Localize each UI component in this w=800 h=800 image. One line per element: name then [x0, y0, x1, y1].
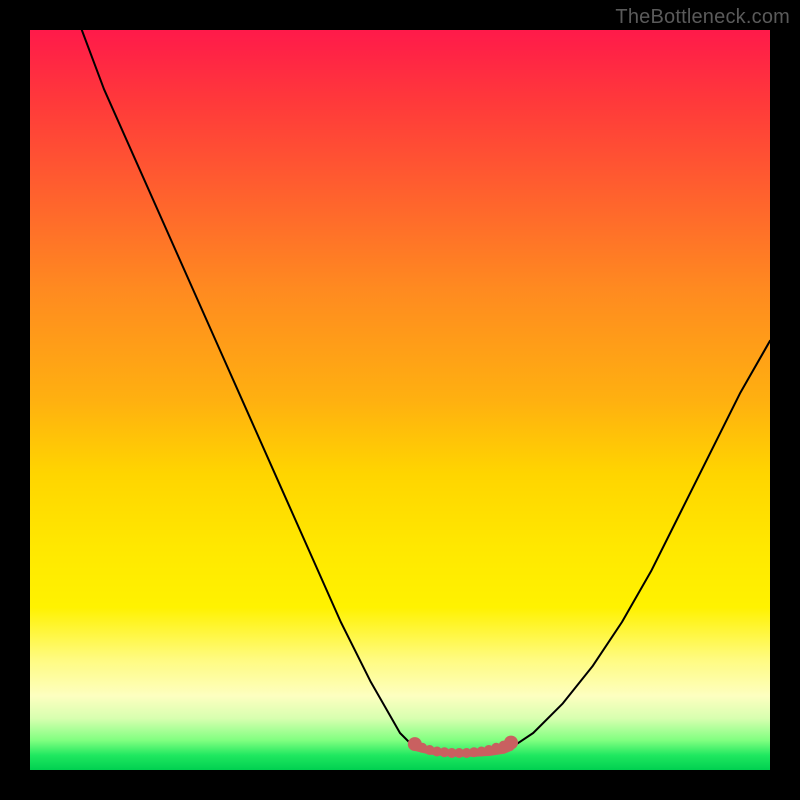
marker-group: [408, 736, 518, 758]
chart-svg: [30, 30, 770, 770]
marker-endpoint: [504, 736, 518, 750]
curve-group: [82, 30, 770, 754]
marker-endpoint: [408, 737, 422, 751]
series-left-curve: [82, 30, 415, 748]
chart-container: TheBottleneck.com: [0, 0, 800, 800]
watermark-text: TheBottleneck.com: [615, 6, 790, 29]
series-right-curve: [511, 341, 770, 748]
plot-area: [30, 30, 770, 770]
